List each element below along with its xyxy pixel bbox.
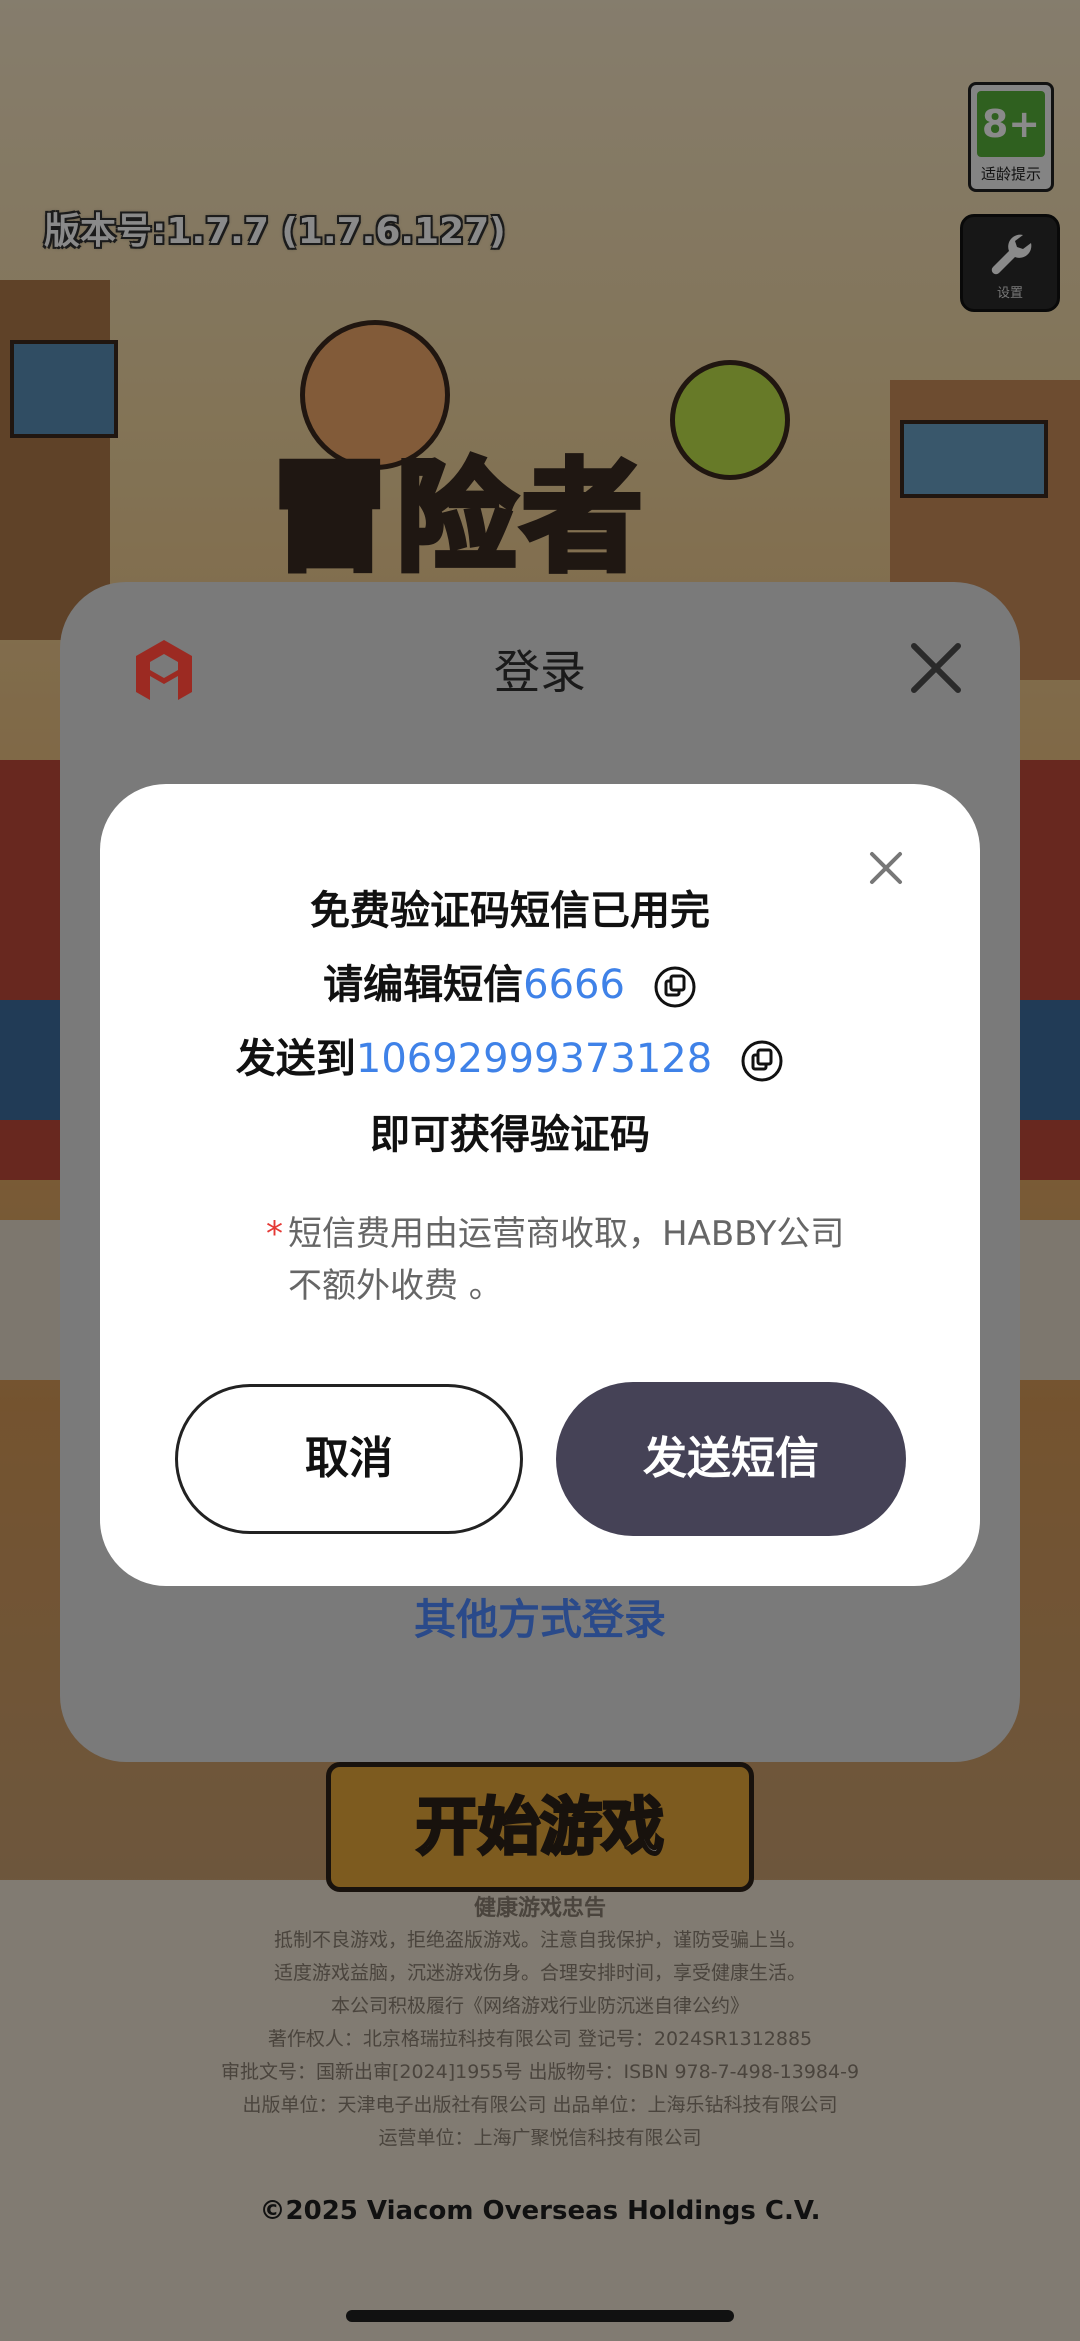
sms-code: 6666 [523, 962, 625, 1008]
edit-sms-label: 请编辑短信 [323, 962, 524, 1008]
required-star: * [266, 1214, 283, 1254]
send-sms-button[interactable]: 发送短信 [556, 1382, 906, 1536]
dialog-message-line1: 免费验证码短信已用完 [310, 888, 710, 934]
send-to-label: 发送到 [235, 1036, 356, 1082]
cancel-button[interactable]: 取消 [175, 1384, 523, 1534]
dialog-message-line2: 请编辑短信6666 [0, 952, 1020, 1010]
dialog-message-line4: 即可获得验证码 [370, 1112, 650, 1158]
copy-icon[interactable] [740, 1039, 784, 1083]
phone-number: 10692999373128 [355, 1036, 713, 1082]
fee-notice-text: 短信费用由运营商收取，HABBY公司不额外收费 。 [288, 1214, 845, 1306]
dialog-message-line3: 发送到10692999373128 [0, 1026, 1020, 1084]
other-login-methods-link[interactable]: 其他方式登录 [0, 1586, 1080, 1647]
copy-icon[interactable] [653, 965, 697, 1009]
fee-notice: * 短信费用由运营商收取，HABBY公司不额外收费 。 [266, 1208, 848, 1312]
copyright: ©2025 Viacom Overseas Holdings C.V. [259, 2196, 821, 2226]
home-indicator[interactable] [346, 2310, 734, 2322]
close-icon[interactable] [906, 638, 966, 698]
